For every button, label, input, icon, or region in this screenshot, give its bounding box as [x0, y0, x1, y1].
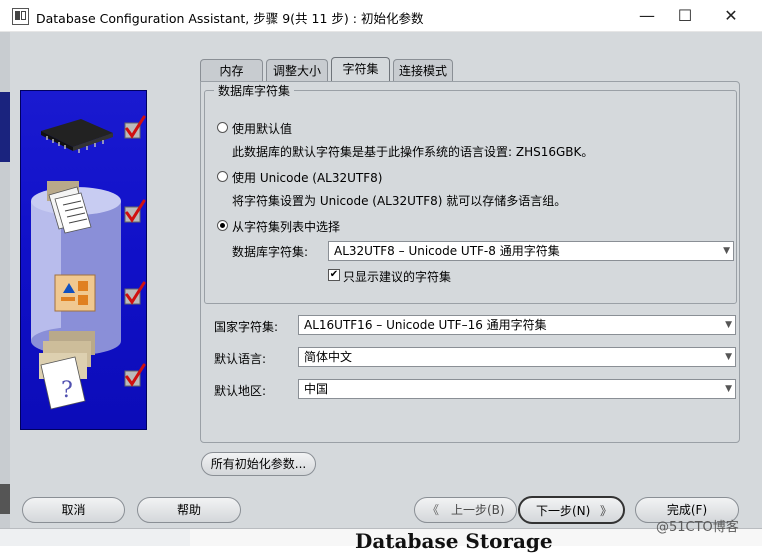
tab-sizing[interactable]: 调整大小	[266, 59, 328, 81]
choose-from-list-label: 从字符集列表中选择	[232, 220, 341, 234]
background-window-strip	[0, 32, 10, 545]
back-button-label: 上一步(B)	[451, 503, 505, 517]
chevron-down-icon: ▼	[725, 352, 732, 362]
chevron-down-icon: ▼	[725, 384, 732, 394]
watermark: @51CTO博客	[656, 520, 739, 535]
radio-choose-from-list[interactable]	[217, 220, 228, 231]
svg-text:?: ?	[61, 378, 73, 403]
national-charset-label: 国家字符集:	[214, 320, 279, 334]
db-charset-select-value: AL32UTF8 – Unicode UTF-8 通用字符集	[334, 244, 560, 258]
use-unicode-desc: 将字符集设置为 Unicode (AL32UTF8) 就可以存储多语言组。	[232, 194, 567, 208]
window-title: Database Configuration Assistant, 步骤 9(共…	[36, 11, 424, 26]
radio-use-default[interactable]	[217, 122, 228, 133]
chevron-left-icon: 《	[427, 503, 440, 517]
maximize-button[interactable]: ☐	[662, 0, 708, 31]
use-default-label: 使用默认值	[232, 122, 293, 136]
default-territory-label: 默认地区:	[214, 384, 267, 398]
background-window-title: Database Storage	[355, 529, 553, 553]
chevron-down-icon: ▼	[725, 320, 732, 330]
shapes-icon	[54, 274, 96, 312]
tab-connection-mode[interactable]: 连接模式	[393, 59, 453, 81]
check-icon	[124, 115, 146, 387]
db-charset-group-label: 数据库字符集	[214, 82, 295, 99]
title-bar: Database Configuration Assistant, 步骤 9(共…	[0, 0, 762, 32]
use-default-desc: 此数据库的默认字符集是基于此操作系统的语言设置: ZHS16GBK。	[232, 145, 594, 159]
next-button-label: 下一步(N)	[536, 504, 591, 518]
chevron-right-icon: 》	[600, 504, 613, 518]
show-recommended-label: 只显示建议的字符集	[343, 270, 452, 284]
show-recommended-checkbox[interactable]: ✔	[328, 269, 340, 281]
app-icon	[12, 8, 29, 25]
close-button[interactable]: ✕	[708, 0, 754, 31]
default-language-label: 默认语言:	[214, 352, 267, 366]
cancel-button[interactable]: 取消	[22, 497, 125, 523]
help-button[interactable]: 帮助	[137, 497, 241, 523]
use-unicode-label: 使用 Unicode (AL32UTF8)	[232, 171, 383, 185]
national-charset-value: AL16UTF16 – Unicode UTF–16 通用字符集	[304, 318, 547, 332]
radio-use-unicode[interactable]	[217, 171, 228, 182]
chevron-down-icon: ▼	[723, 246, 730, 256]
db-charset-select-label: 数据库字符集:	[232, 245, 309, 259]
help-folders-icon: ?	[39, 331, 95, 410]
tab-memory[interactable]: 内存	[200, 59, 263, 81]
next-button[interactable]: 下一步(N) 》	[518, 496, 625, 524]
default-language-value: 简体中文	[304, 350, 353, 364]
db-charset-select[interactable]: AL32UTF8 – Unicode UTF-8 通用字符集 ▼	[328, 241, 734, 261]
default-territory-select[interactable]: 中国 ▼	[298, 379, 736, 399]
memory-chip-icon	[41, 119, 113, 153]
back-button[interactable]: 《 上一步(B)	[414, 497, 517, 523]
tab-charset[interactable]: 字符集	[331, 57, 390, 82]
national-charset-select[interactable]: AL16UTF16 – Unicode UTF–16 通用字符集 ▼	[298, 315, 736, 335]
default-territory-value: 中国	[304, 382, 329, 396]
all-init-params-button[interactable]: 所有初始化参数...	[201, 452, 316, 476]
wizard-illustration: ?	[20, 90, 147, 430]
default-language-select[interactable]: 简体中文 ▼	[298, 347, 736, 367]
